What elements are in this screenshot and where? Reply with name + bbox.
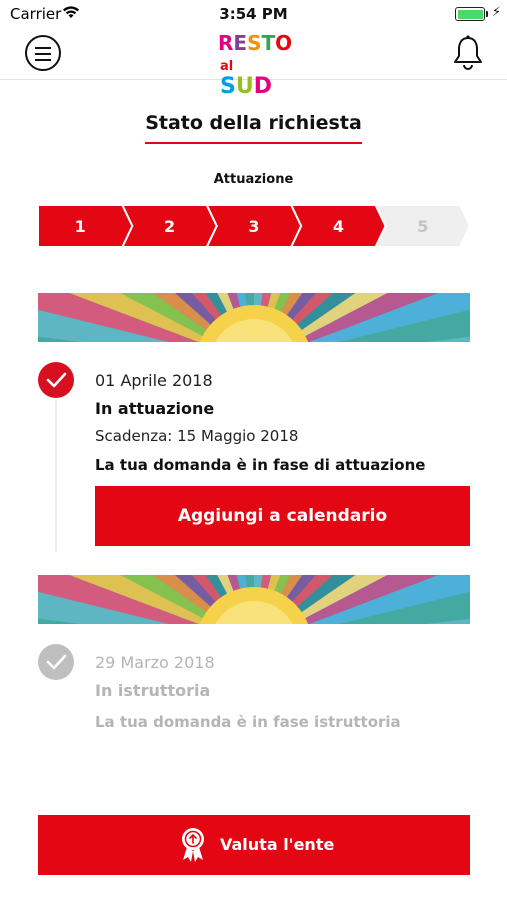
charging-bolt-icon: ⚡: [491, 5, 501, 20]
step-label-5: 5: [417, 217, 428, 236]
rate-entity-button[interactable]: Valuta l'ente: [38, 815, 470, 875]
check-circle-icon: [38, 644, 74, 680]
timeline-line: [55, 400, 57, 552]
rate-entity-label: Valuta l'ente: [220, 835, 335, 854]
phase-label: Attuazione: [213, 172, 294, 187]
battery-cap: [486, 11, 488, 17]
decorative-banner: [38, 575, 470, 624]
decorative-banner: [38, 293, 470, 342]
hot-air-balloon-pattern: [38, 575, 470, 624]
logo-line-1: RESTO: [218, 31, 293, 55]
logo-line-2: al SUD: [220, 59, 272, 99]
step-label-1: 1: [75, 217, 86, 236]
nav-bar: RESTO al SUD: [0, 28, 507, 98]
step-label-4: 4: [333, 217, 344, 236]
resto-al-sud-logo: RESTO al SUD: [218, 31, 293, 98]
status-bar: Carrier 3:54 PM ⚡: [0, 0, 507, 28]
add-to-calendar-button[interactable]: Aggiungi a calendario: [95, 486, 470, 546]
timeline-description: La tua domanda è in fase istruttoria: [95, 713, 401, 731]
check-circle-icon: [38, 362, 74, 398]
timeline-deadline: Scadenza: 15 Maggio 2018: [95, 427, 299, 445]
progress-stepper: 1 2 3 4 5: [38, 205, 470, 247]
hot-air-balloon-pattern: [38, 293, 470, 342]
stepper-graphic: 1 2 3 4 5: [38, 205, 470, 247]
hamburger-menu-icon[interactable]: [25, 35, 61, 71]
step-label-3: 3: [248, 217, 259, 236]
page-title: Stato della richiesta: [145, 112, 362, 144]
award-ribbon-icon: [180, 827, 206, 863]
timeline-date: 29 Marzo 2018: [95, 653, 215, 672]
timeline-date: 01 Aprile 2018: [95, 371, 213, 390]
bell-icon[interactable]: [451, 34, 485, 72]
timeline-description: La tua domanda è in fase di attuazione: [95, 456, 426, 474]
clock: 3:54 PM: [219, 5, 288, 23]
timeline-status: In istruttoria: [95, 681, 211, 700]
title-wrap: Stato della richiesta: [0, 112, 507, 144]
timeline-status: In attuazione: [95, 399, 215, 418]
battery-icon: [455, 7, 485, 21]
step-label-2: 2: [164, 217, 175, 236]
